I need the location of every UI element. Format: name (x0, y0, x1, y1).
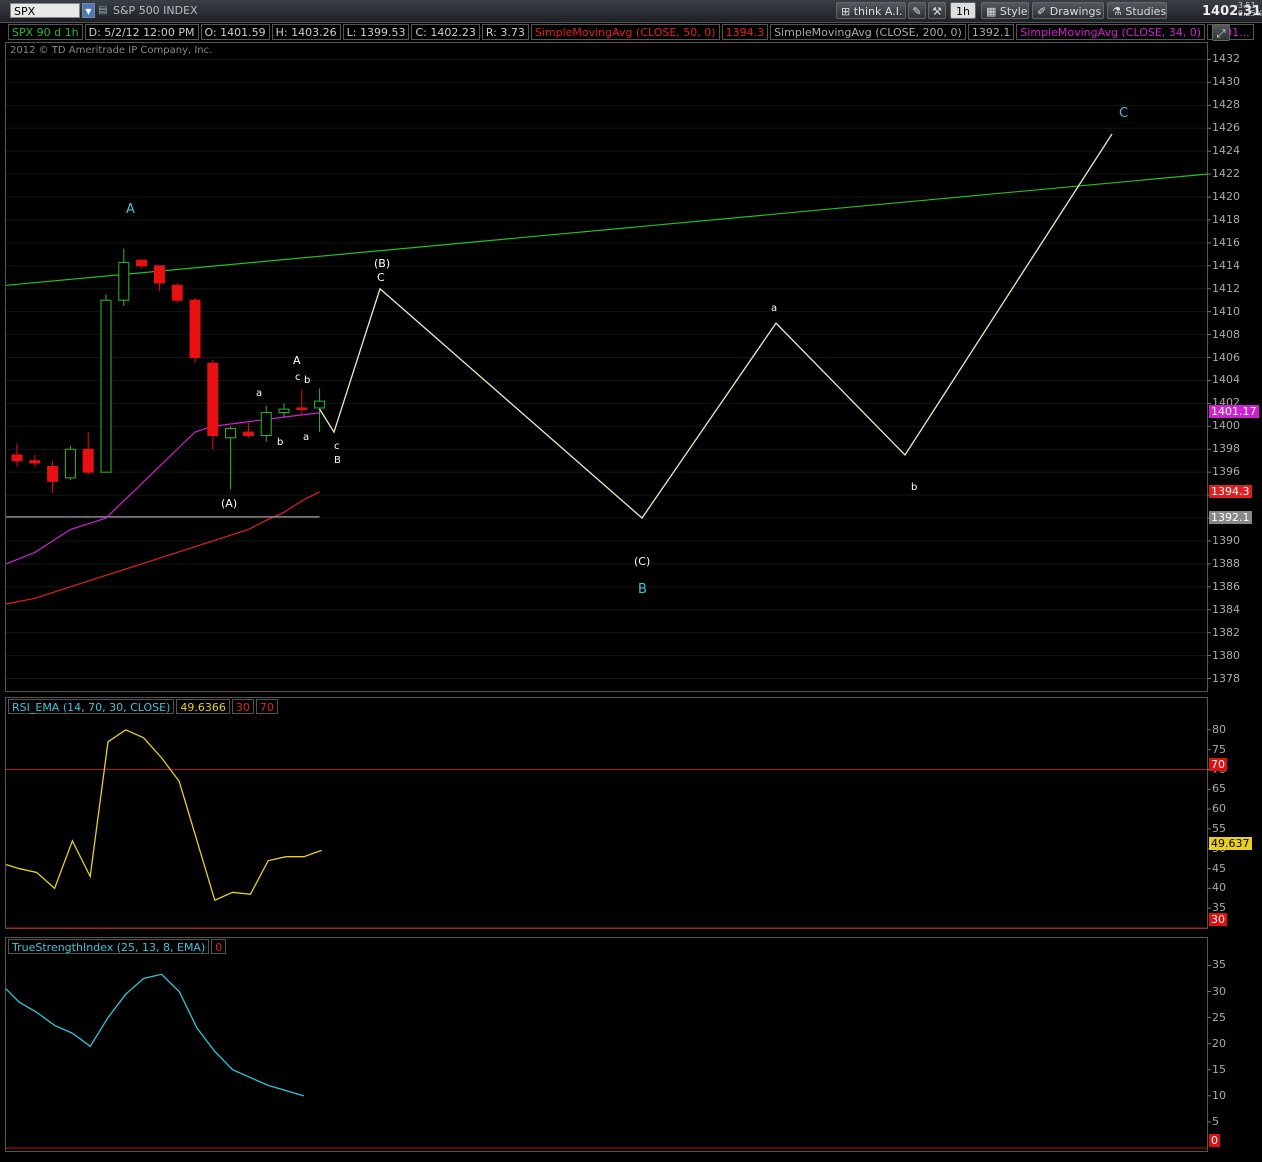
tsi-label[interactable]: TrueStrengthIndex (25, 13, 8, EMA) (8, 939, 210, 954)
rsi-os-tag: 30 (1209, 913, 1227, 926)
rsi-oversold: 30 (231, 699, 254, 714)
price-axis-label: 1404 (1212, 373, 1240, 387)
wave-label-A-major: A (126, 202, 135, 217)
price-axis-label: 1416 (1212, 235, 1240, 249)
projection-path (319, 133, 1113, 520)
wave-label-paren-B: (B) (374, 257, 391, 270)
wave-label-c2: c (334, 441, 340, 452)
price-axis-label: 1396 (1212, 465, 1240, 479)
rsi-axis-label: 65 (1212, 782, 1226, 796)
tsi-value: 0 (211, 939, 227, 954)
rsi-axis-label: 75 (1212, 742, 1226, 756)
rsi-header: RSI_EMA (14, 70, 30, CLOSE) 49.6366 30 7… (8, 699, 280, 714)
price-axis-label: 1432 (1212, 52, 1240, 66)
tsi-axis-label: 5 (1212, 1114, 1219, 1128)
rsi-line (5, 729, 322, 902)
sma200-price-tag: 1392.1 (1209, 511, 1252, 524)
wave-label-B-major: B (638, 582, 647, 597)
wave-label-c1: c (295, 372, 301, 383)
candle-body (189, 299, 201, 359)
price-axis-label: 1400 (1212, 419, 1240, 433)
price-axis-label: 1430 (1212, 75, 1240, 89)
price-axis-label: 1382 (1212, 625, 1240, 639)
wave-label-A-minor: A (293, 354, 301, 367)
tsi-axis-label: 20 (1212, 1036, 1226, 1050)
wave-label-a-projected: a (771, 303, 778, 314)
candle-body (171, 284, 183, 301)
price-axis-label: 1406 (1212, 350, 1240, 364)
price-axis-label: 1380 (1212, 648, 1240, 662)
price-axis-label: 1378 (1212, 671, 1240, 685)
rsi-axis-label: 60 (1212, 802, 1226, 816)
candle-body (29, 460, 41, 464)
sma50-price-tag: 1394.3 (1209, 485, 1252, 498)
price-axis-label: 1388 (1212, 556, 1240, 570)
tsi-axis-label: 30 (1212, 984, 1226, 998)
wave-label-a1: a (256, 388, 263, 399)
candle-body (136, 259, 148, 267)
candle-body (225, 428, 237, 439)
rsi-value: 49.6366 (176, 699, 230, 714)
candle-body (47, 465, 59, 482)
price-axis-label: 1408 (1212, 327, 1240, 341)
candle-body (207, 362, 219, 436)
tsi-header: TrueStrengthIndex (25, 13, 8, EMA) 0 (8, 939, 228, 954)
rsi-axis-label: 80 (1212, 722, 1226, 736)
wave-label-b2: b (304, 375, 311, 386)
candle-body (296, 407, 308, 410)
tsi-axis-label: 25 (1212, 1010, 1226, 1024)
rsi-value-tag: 49.637 (1209, 837, 1252, 850)
candle-body (11, 454, 23, 462)
price-axis-label: 1410 (1212, 304, 1240, 318)
price-axis-label: 1384 (1212, 602, 1240, 616)
wave-label-paren-A: (A) (221, 497, 238, 510)
candle-body (153, 265, 165, 284)
price-axis-label: 1398 (1212, 442, 1240, 456)
candle-body (100, 299, 112, 473)
candle-body (64, 448, 76, 479)
price-axis-label: 1412 (1212, 281, 1240, 295)
candle-body (82, 448, 94, 473)
tsi-zero-tag: 0 (1209, 1134, 1220, 1147)
wave-label-C-at-B: C (377, 271, 385, 284)
price-axis-label: 1390 (1212, 533, 1240, 547)
price-axis-label: 1422 (1212, 167, 1240, 181)
candle-body (242, 431, 254, 436)
price-axis-label: 1418 (1212, 212, 1240, 226)
wave-label-a2: a (303, 432, 310, 443)
wave-label-B2: B (334, 455, 341, 466)
rsi-axis-label: 55 (1212, 821, 1226, 835)
tsi-axis-label: 35 (1212, 958, 1226, 972)
candle-body (118, 261, 130, 301)
rsi-ob-tag: 70 (1209, 758, 1227, 771)
candle-body (260, 412, 272, 436)
price-axis-label: 1428 (1212, 98, 1240, 112)
rsi-axis-label: 40 (1212, 881, 1226, 895)
sma34-price-tag: 1401.17 (1209, 405, 1259, 418)
chart-canvas[interactable] (0, 0, 1262, 1162)
price-axis-label: 1386 (1212, 579, 1240, 593)
tsi-axis-label: 15 (1212, 1062, 1226, 1076)
tsi-line (5, 973, 304, 1097)
price-axis-label: 1414 (1212, 258, 1240, 272)
wave-label-b1: b (277, 437, 284, 448)
rsi-overbought: 70 (255, 699, 278, 714)
rsi-label[interactable]: RSI_EMA (14, 70, 30, CLOSE) (8, 699, 175, 714)
price-axis-label: 1424 (1212, 144, 1240, 158)
tsi-axis-label: 10 (1212, 1088, 1226, 1102)
price-axis-label: 1426 (1212, 121, 1240, 135)
trendline (5, 173, 1208, 286)
wave-label-b-projected: b (911, 482, 918, 493)
rsi-axis-label: 45 (1212, 861, 1226, 875)
candle-body (278, 408, 290, 414)
wave-label-C-major: C (1119, 106, 1129, 121)
wave-label-paren-C: (C) (634, 555, 651, 568)
price-axis-label: 1420 (1212, 190, 1240, 204)
candle-body (314, 400, 326, 409)
